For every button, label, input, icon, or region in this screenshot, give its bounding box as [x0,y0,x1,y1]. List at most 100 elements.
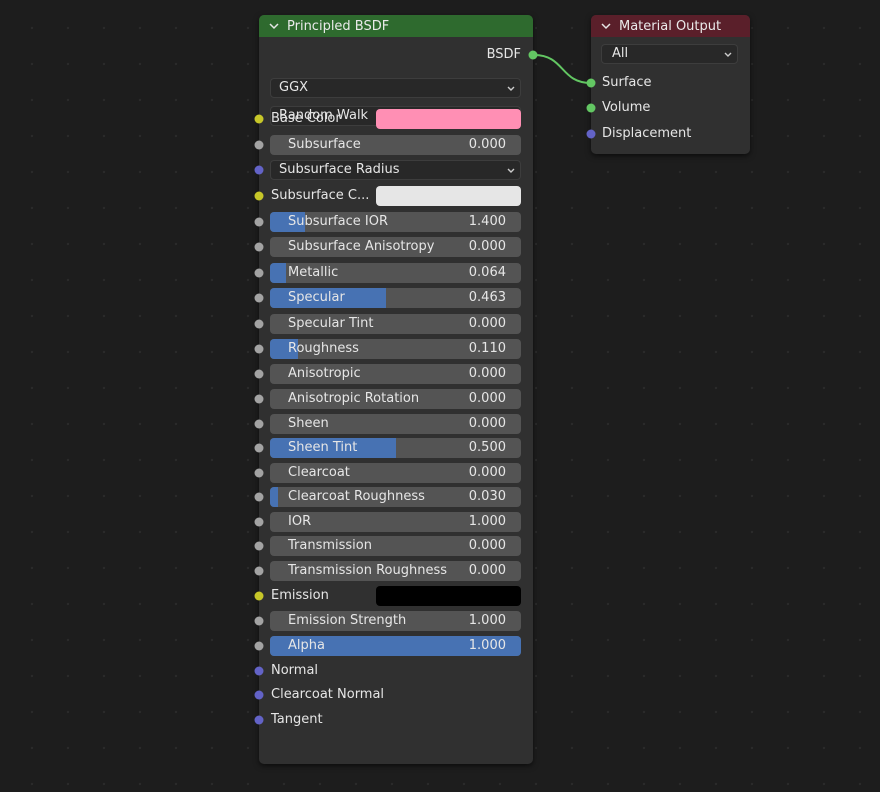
emission-strength-label: Emission Strength [288,613,407,628]
clearcoat-slider[interactable]: Clearcoat 0.000 [270,463,521,483]
subsurface-ior-value: 1.400 [468,214,506,229]
sheen-tint-slider[interactable]: Sheen Tint 0.500 [270,438,521,458]
input-row-transmission: Transmission 0.000 [254,536,533,556]
subsurface-c-socket[interactable] [254,191,264,201]
chevron-down-icon [723,49,733,59]
subsurface-radius-label: Subsurface Radius [279,162,400,177]
clearcoat-roughness-socket[interactable] [254,492,264,502]
subsurface-anisotropy-slider[interactable]: Subsurface Anisotropy 0.000 [270,237,521,257]
subsurface-slider[interactable]: Subsurface 0.000 [270,135,521,155]
input-row-subsurface-anisotropy: Subsurface Anisotropy 0.000 [254,237,533,257]
subsurface-radius-dropdown[interactable]: Subsurface Radius [270,160,521,180]
subsurface-radius-socket[interactable] [254,165,264,175]
tangent-socket[interactable] [254,715,264,725]
base-color-color-swatch[interactable] [376,109,521,129]
sheen-tint-label: Sheen Tint [288,440,358,455]
tangent-label: Tangent [271,712,323,727]
chevron-down-icon[interactable] [601,22,615,30]
bsdf-output-label: BSDF [486,47,521,62]
distribution-dropdown[interactable]: GGX [270,78,521,98]
transmission-roughness-slider[interactable]: Transmission Roughness 0.000 [270,561,521,581]
metallic-slider[interactable]: Metallic 0.064 [270,263,521,283]
specular-tint-value: 0.000 [468,316,506,331]
transmission-roughness-socket[interactable] [254,566,264,576]
principled-bsdf-node[interactable]: Principled BSDF BSDF GGX Random Walk Bas… [254,15,538,764]
output-node-header[interactable]: Material Output [591,15,750,37]
sheen-socket[interactable] [254,419,264,429]
clearcoat-normal-socket[interactable] [254,690,264,700]
surface-label: Surface [602,75,652,90]
displacement-socket[interactable] [586,129,596,139]
emission-color-swatch[interactable] [376,586,521,606]
subsurface-anisotropy-socket[interactable] [254,242,264,252]
clearcoat-label: Clearcoat [288,465,350,480]
subsurface-anisotropy-value: 0.000 [468,239,506,254]
emission-strength-socket[interactable] [254,616,264,626]
bsdf-node-header[interactable]: Principled BSDF [259,15,533,37]
subsurface-ior-socket[interactable] [254,217,264,227]
target-dropdown[interactable]: All [601,44,738,64]
metallic-socket[interactable] [254,268,264,278]
anisotropic-slider[interactable]: Anisotropic 0.000 [270,364,521,384]
bsdf-node-title: Principled BSDF [287,18,390,34]
specular-slider[interactable]: Specular 0.463 [270,288,521,308]
emission-strength-value: 1.000 [468,613,506,628]
alpha-socket[interactable] [254,641,264,651]
input-row-clearcoat: Clearcoat 0.000 [254,463,533,483]
transmission-socket[interactable] [254,541,264,551]
anisotropic-socket[interactable] [254,369,264,379]
sheen-slider[interactable]: Sheen 0.000 [270,414,521,434]
normal-socket[interactable] [254,666,264,676]
anisotropic-rotation-socket[interactable] [254,394,264,404]
specular-label: Specular [288,290,345,305]
specular-tint-socket[interactable] [254,319,264,329]
anisotropic-value: 0.000 [468,366,506,381]
anisotropic-rotation-label: Anisotropic Rotation [288,391,420,406]
input-row-sheen-tint: Sheen Tint 0.500 [254,438,533,458]
clearcoat-normal-label: Clearcoat Normal [271,687,385,702]
clearcoat-roughness-slider-fill [270,487,278,507]
clearcoat-roughness-label: Clearcoat Roughness [288,489,425,504]
specular-socket[interactable] [254,293,264,303]
ior-slider[interactable]: IOR 1.000 [270,512,521,532]
subsurface-c-color-swatch[interactable] [376,186,521,206]
clearcoat-roughness-slider[interactable]: Clearcoat Roughness 0.030 [270,487,521,507]
roughness-socket[interactable] [254,344,264,354]
displacement-label: Displacement [602,126,692,141]
volume-socket[interactable] [586,103,596,113]
subsurface-ior-slider[interactable]: Subsurface IOR 1.400 [270,212,521,232]
bsdf-output-socket[interactable] [528,50,538,60]
clearcoat-socket[interactable] [254,468,264,478]
chevron-down-icon [506,83,516,93]
sheen-value: 0.000 [468,416,506,431]
base-color-socket[interactable] [254,114,264,124]
distribution-row: GGX [259,78,533,98]
input-row-ior: IOR 1.000 [254,512,533,532]
emission-socket[interactable] [254,591,264,601]
roughness-slider[interactable]: Roughness 0.110 [270,339,521,359]
input-row-anisotropic-rotation: Anisotropic Rotation 0.000 [254,389,533,409]
material-output-node[interactable]: Material Output All Surface Volume Displac… [586,15,750,154]
subsurface-socket[interactable] [254,140,264,150]
emission-strength-slider[interactable]: Emission Strength 1.000 [270,611,521,631]
sheen-tint-socket[interactable] [254,443,264,453]
subsurface-c-label: Subsurface C... [271,188,370,203]
metallic-value: 0.064 [468,265,506,280]
ior-socket[interactable] [254,517,264,527]
transmission-label: Transmission [288,538,372,553]
alpha-slider[interactable]: Alpha 1.000 [270,636,521,656]
chevron-down-icon[interactable] [269,22,283,30]
input-row-subsurface: Subsurface 0.000 [254,135,533,155]
surface-socket[interactable] [586,78,596,88]
transmission-slider[interactable]: Transmission 0.000 [270,536,521,556]
alpha-label: Alpha [288,638,325,653]
anisotropic-rotation-value: 0.000 [468,391,506,406]
input-row-emission: Emission [254,586,533,606]
input-row-subsurface-radius: Subsurface Radius [254,160,533,180]
input-row-subsurface-ior: Subsurface IOR 1.400 [254,212,533,232]
anisotropic-rotation-slider[interactable]: Anisotropic Rotation 0.000 [270,389,521,409]
target-row: All [591,44,750,64]
specular-tint-slider[interactable]: Specular Tint 0.000 [270,314,521,334]
output-input-row-displacement: Displacement [586,124,750,144]
metallic-label: Metallic [288,265,339,280]
